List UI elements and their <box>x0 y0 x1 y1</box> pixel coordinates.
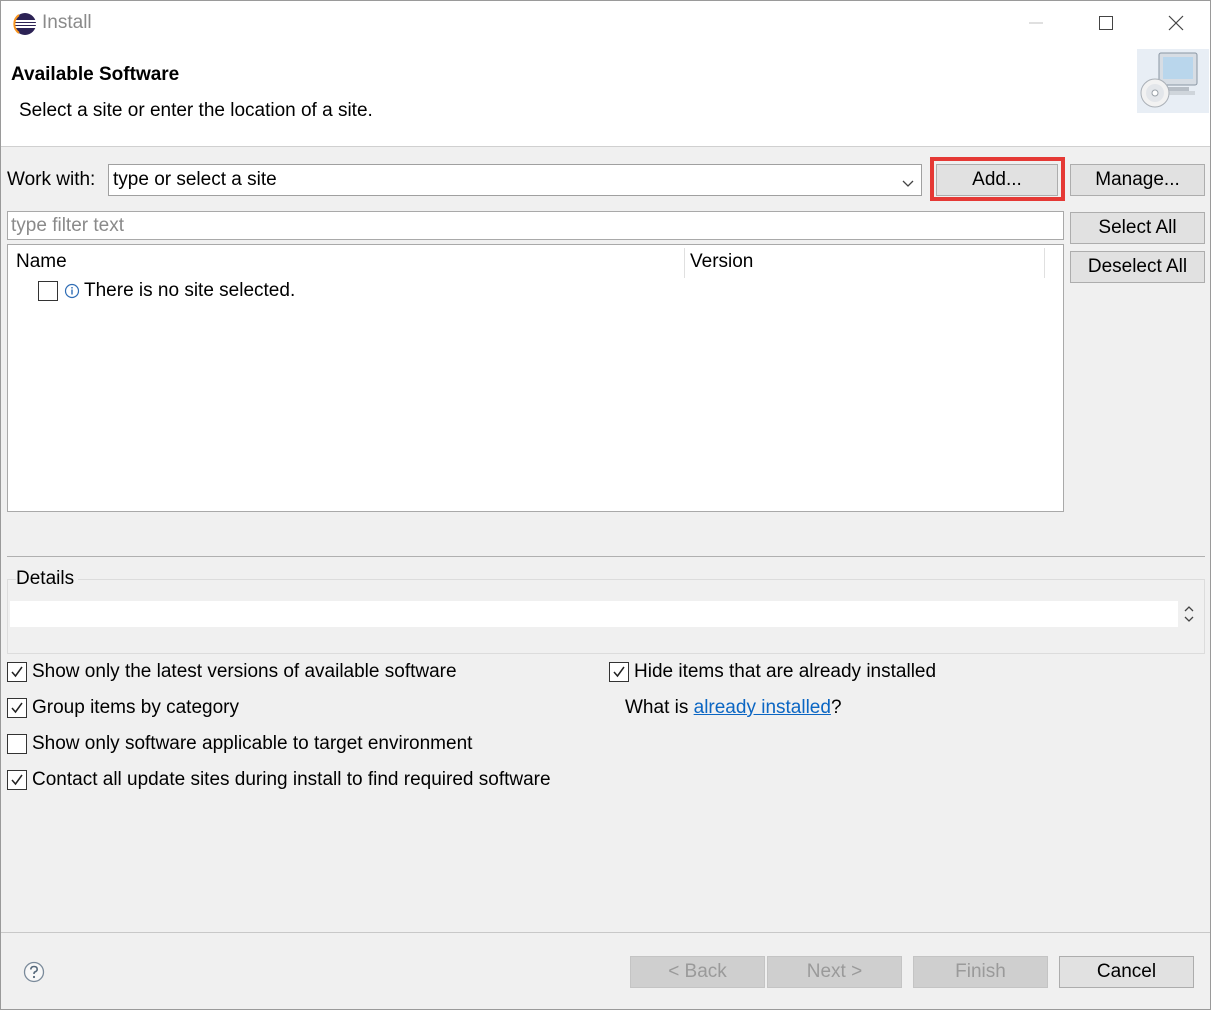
work-with-value: type or select a site <box>113 169 277 190</box>
info-icon <box>64 282 80 306</box>
column-divider[interactable] <box>684 248 685 278</box>
already-installed-text: What is already installed? <box>625 697 842 719</box>
checkmark-icon <box>11 774 23 786</box>
banner-description: Select a site or enter the location of a… <box>19 100 373 121</box>
already-installed-prefix: What is <box>625 697 694 718</box>
already-installed-suffix: ? <box>830 697 842 718</box>
select-all-button[interactable]: Select All <box>1070 212 1205 244</box>
help-icon[interactable] <box>23 961 45 989</box>
window-title: Install <box>42 12 92 33</box>
deselect-all-button[interactable]: Deselect All <box>1070 251 1205 283</box>
checkbox[interactable] <box>7 770 27 790</box>
column-header-version[interactable]: Version <box>690 251 753 273</box>
close-button[interactable] <box>1153 9 1199 39</box>
option-label: Show only software applicable to target … <box>32 733 473 754</box>
manage-button[interactable]: Manage... <box>1070 164 1205 196</box>
option-label: Contact all update sites during install … <box>32 769 551 790</box>
minimize-icon <box>1029 22 1043 24</box>
cd-computer-icon <box>1137 49 1209 113</box>
checkmark-icon <box>11 702 23 714</box>
minimize-button[interactable] <box>1013 9 1059 39</box>
column-header-name[interactable]: Name <box>16 251 67 273</box>
option-label: Group items by category <box>32 697 239 718</box>
eclipse-icon <box>13 12 37 36</box>
work-with-label: Work with: <box>7 169 96 190</box>
checkbox[interactable] <box>7 662 27 682</box>
scroll-spinner-icon[interactable] <box>1182 603 1196 631</box>
checkmark-icon <box>11 666 23 678</box>
details-text[interactable] <box>10 601 1178 627</box>
next-button[interactable]: Next > <box>767 956 902 988</box>
checkbox[interactable] <box>7 698 27 718</box>
checkmark-icon <box>613 666 625 678</box>
checkbox[interactable] <box>7 734 27 754</box>
column-divider[interactable] <box>1044 248 1045 278</box>
checkbox[interactable] <box>609 662 629 682</box>
title-bar: Install <box>1 1 1210 45</box>
back-button[interactable]: < Back <box>630 956 765 988</box>
option-label: Show only the latest versions of availab… <box>32 661 457 682</box>
footer-separator <box>1 932 1210 933</box>
maximize-icon <box>1099 16 1113 30</box>
section-separator <box>7 556 1205 557</box>
cancel-button[interactable]: Cancel <box>1059 956 1194 988</box>
chevron-down-icon[interactable] <box>901 174 915 196</box>
software-tree[interactable]: Name Version There is no site selected. <box>7 244 1064 512</box>
add-button[interactable]: Add... <box>936 164 1058 196</box>
row-label: There is no site selected. <box>84 280 296 301</box>
filter-input[interactable] <box>7 211 1064 240</box>
work-with-combo[interactable]: type or select a site <box>108 164 922 196</box>
option-label: Hide items that are already installed <box>634 661 937 682</box>
install-dialog: Install Available Software Select a site… <box>0 0 1211 1010</box>
maximize-button[interactable] <box>1083 9 1129 39</box>
already-installed-link[interactable]: already installed <box>694 697 831 718</box>
finish-button[interactable]: Finish <box>913 956 1048 988</box>
banner-title: Available Software <box>11 64 180 85</box>
close-icon <box>1168 15 1184 31</box>
row-checkbox[interactable] <box>38 281 58 301</box>
dialog-banner: Available Software Select a site or ente… <box>1 45 1210 147</box>
details-label: Details <box>16 568 79 590</box>
